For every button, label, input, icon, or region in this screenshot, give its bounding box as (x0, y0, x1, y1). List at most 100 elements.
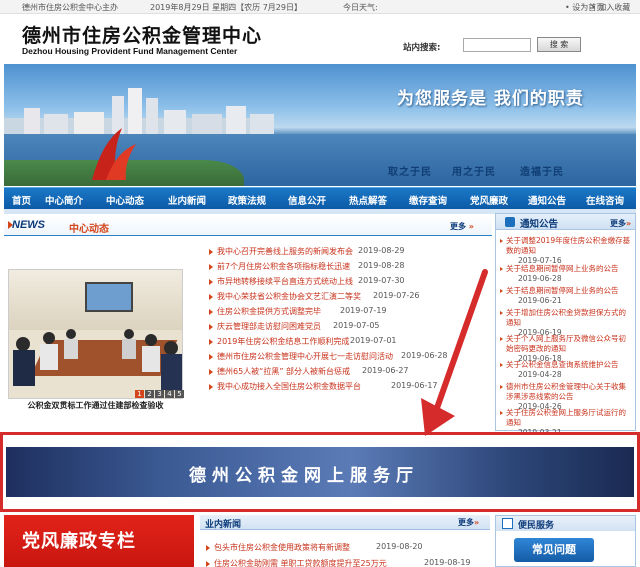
nav-item-about[interactable]: 中心简介 (45, 193, 83, 207)
nav-item-integrity[interactable]: 党风廉政 (470, 193, 508, 207)
industry-news-item-date: 2019-08-19 (424, 558, 471, 567)
news-item-title[interactable]: 我中心荣获省公积金协会文艺汇演二等奖 (217, 291, 361, 302)
news-item[interactable]: 我中心成功接入全国住房公积金数据平台 2019-06-17 (209, 381, 491, 393)
nav-item-industry-news[interactable]: 业内新闻 (168, 193, 206, 207)
notice-item-title[interactable]: 关于公积金信息查询系统维护公告 (500, 360, 633, 370)
notice-panel: 通知公告 更多» 关于调整2019年度住房公积金缴存基数的通知 2019-07-1… (495, 213, 636, 437)
news-title-en: NEWS (12, 219, 45, 231)
bullet-icon (209, 324, 213, 330)
meeting-people-image (13, 329, 182, 390)
industry-news-panel: 业内新闻 更多» 包头市住房公积金使用政策将有新调整 2019-08-20 住房公… (200, 515, 490, 567)
bullet-icon (206, 561, 210, 567)
nav-item-home[interactable]: 首页 (12, 193, 31, 207)
hero-banner: 为您服务是 我们的职责 取之于民 用之于民 造福于民 (4, 64, 636, 186)
party-integrity-banner[interactable]: 党风廉政专栏 (4, 515, 194, 567)
news-item-date: 2019-06-27 (362, 366, 409, 375)
chevron-right-icon: » (466, 222, 474, 231)
notice-item-title[interactable]: 关于个人网上服务厅及微信公众号初始密码更改的通知 (500, 334, 633, 354)
nav-item-faq[interactable]: 热点解答 (349, 193, 387, 207)
industry-news-item-title[interactable]: 包头市住房公积金使用政策将有新调整 (214, 542, 350, 553)
nav-item-center-news[interactable]: 中心动态 (106, 193, 144, 207)
news-item-title[interactable]: 德州65人被“拉黑” 部分人被新台惩戒 (217, 366, 350, 377)
news-item-title[interactable]: 我中心成功接入全国住房公积金数据平台 (217, 381, 361, 392)
notice-item[interactable]: 关于公积金信息查询系统维护公告 2019-04-28 (500, 360, 633, 380)
logo-title[interactable]: 德州市住房公积金管理中心 (22, 21, 262, 48)
logo-subtitle: Dezhou Housing Provident Fund Management… (22, 46, 238, 56)
news-item-title[interactable]: 德州市住房公积金管理中心开展七一走访慰问活动 (217, 351, 393, 362)
industry-news-more-link[interactable]: 更多» (458, 517, 479, 528)
industry-news-item-title[interactable]: 住房公积金助刚需 单职工贷款额度提升至25万元 (214, 558, 387, 567)
notice-item-title[interactable]: 关于增加住房公积金贷款担保方式的通知 (500, 308, 633, 328)
news-item-title[interactable]: 市异地转移接续平台直连方式统动上线 (217, 276, 353, 287)
notice-item[interactable]: 关于结息期间暂停网上业务的公告 2019-06-28 (500, 264, 633, 284)
news-item[interactable]: 我中心召开完善线上服务的新闻发布会 2019-08-29 (209, 246, 491, 258)
photo-pager: 1 2 3 4 5 (135, 390, 184, 398)
notice-item-title[interactable]: 关于结息期间暂停网上业务的公告 (500, 286, 633, 296)
notice-icon (505, 217, 515, 227)
news-photo[interactable] (8, 269, 183, 399)
notice-item-title[interactable]: 关于结息期间暂停网上业务的公告 (500, 264, 633, 274)
add-favorite-link[interactable]: • 加入收藏 (591, 2, 630, 13)
bullet-icon (500, 267, 503, 271)
news-item-date: 2019-07-19 (340, 306, 387, 315)
nav-item-consult[interactable]: 在线咨询 (586, 193, 624, 207)
nav-item-notices[interactable]: 通知公告 (528, 193, 566, 207)
news-item[interactable]: 前7个月住房公积金各项指标稳长迅速 2019-08-28 (209, 261, 491, 273)
news-item-title[interactable]: 2019年住房公积金结息工作顺利完成 (217, 336, 349, 347)
notice-item-title[interactable]: 关于调整2019年度住房公积金缴存基数的通知 (500, 236, 633, 256)
convenience-header: 便民服务 (496, 516, 635, 531)
date-text: 2019年8月29日 星期四【农历 7月29日】 (150, 3, 302, 12)
search-button[interactable]: 搜 索 (537, 37, 581, 52)
notice-item[interactable]: 关于调整2019年度住房公积金缴存基数的通知 2019-07-16 (500, 236, 633, 266)
faq-button[interactable]: 常见问题 (514, 538, 594, 562)
news-item[interactable]: 2019年住房公积金结息工作顺利完成 2019-07-01 (209, 336, 491, 348)
news-item[interactable]: 德州市住房公积金管理中心开展七一走访慰问活动 2019-06-28 (209, 351, 491, 363)
sponsor-text: 德州市住房公积金中心主办 (22, 3, 118, 12)
pager-item-5[interactable]: 5 (175, 390, 184, 398)
news-item-title[interactable]: 住房公积金提供方式调整完毕 (217, 306, 321, 317)
news-item[interactable]: 庆云管理部走访慰问困难党员 2019-07-05 (209, 321, 491, 333)
notice-item-title[interactable]: 关于住房公积金网上服务厅试运行的通知 (500, 408, 633, 428)
chevron-right-icon: » (474, 518, 480, 527)
search-input[interactable] (463, 38, 531, 52)
notice-item-title[interactable]: 德州市住房公积金管理中心关于收集涉黑涉恶线索的公告 (500, 382, 633, 402)
party-integrity-text: 党风廉政专栏 (22, 531, 136, 552)
search-label: 站内搜索: (403, 43, 441, 53)
bullet-icon (209, 309, 213, 315)
banner-motto-3: 造福于民 (520, 167, 564, 178)
news-item-title[interactable]: 前7个月住房公积金各项指标稳长迅速 (217, 261, 350, 272)
center-news-more-link[interactable]: 更多 » (450, 221, 474, 232)
bullet-icon (209, 354, 213, 360)
news-item-date: 2019-06-28 (401, 351, 448, 360)
weather-label: 今日天气: (343, 3, 378, 12)
more-label: 更多 (450, 222, 466, 231)
photo-caption[interactable]: 公积金双贯标工作通过住建部检查验收 (8, 400, 183, 411)
service-hall-banner[interactable]: 德州公积金网上服务厅 (6, 447, 634, 497)
news-title-cn: 中心动态 (69, 224, 109, 235)
bullet-icon (500, 363, 503, 367)
notice-title: 通知公告 (520, 219, 559, 230)
banner-motto-2: 用之于民 (452, 167, 496, 178)
news-item-date: 2019-06-17 (391, 381, 438, 390)
news-item[interactable]: 住房公积金提供方式调整完毕 2019-07-19 (209, 306, 491, 318)
notice-item-date: 2019-06-21 (518, 296, 562, 305)
bullet-icon (500, 411, 503, 415)
news-item[interactable]: 我中心荣获省公积金协会文艺汇演二等奖 2019-07-26 (209, 291, 491, 303)
news-item-title[interactable]: 我中心召开完善线上服务的新闻发布会 (217, 246, 353, 257)
pager-item-2[interactable]: 2 (145, 390, 154, 398)
service-hall-highlight: 德州公积金网上服务厅 (0, 432, 640, 512)
news-item-title[interactable]: 庆云管理部走访慰问困难党员 (217, 321, 321, 332)
news-item[interactable]: 德州65人被“拉黑” 部分人被新台惩戒 2019-06-27 (209, 366, 491, 378)
nav-item-deposit-query[interactable]: 缴存查询 (409, 193, 447, 207)
pager-item-3[interactable]: 3 (155, 390, 164, 398)
bullet-icon (206, 545, 210, 551)
nav-item-disclosure[interactable]: 信息公开 (288, 193, 326, 207)
bullet-icon (209, 384, 213, 390)
nav-item-policy[interactable]: 政策法规 (228, 193, 266, 207)
pager-item-1[interactable]: 1 (135, 390, 144, 398)
notice-item[interactable]: 关于结息期间暂停网上业务的公告 2019-06-21 (500, 286, 633, 306)
news-item[interactable]: 市异地转移接续平台直连方式统动上线 2019-07-30 (209, 276, 491, 288)
pager-item-4[interactable]: 4 (165, 390, 174, 398)
notice-more-link[interactable]: 更多» (610, 218, 631, 229)
bullet-icon (209, 249, 213, 255)
